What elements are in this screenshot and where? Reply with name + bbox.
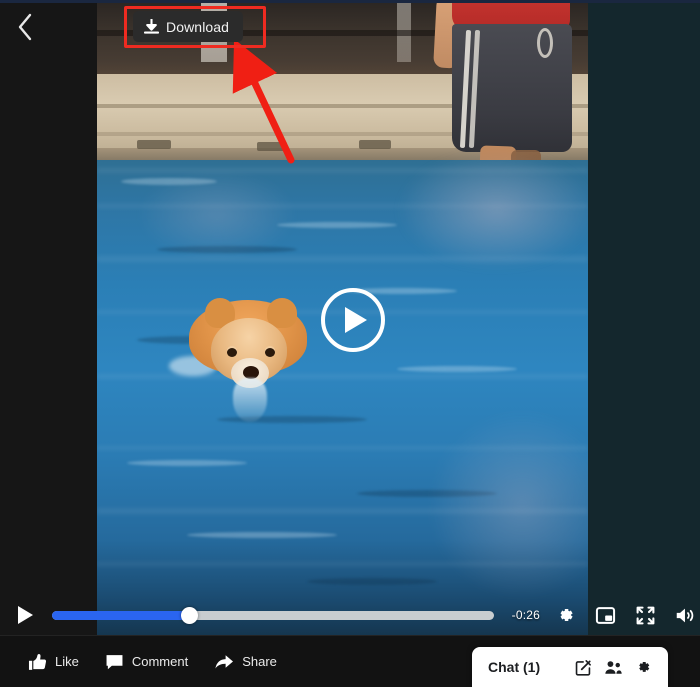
- window-top-edge: [0, 0, 700, 3]
- settings-button[interactable]: [550, 600, 580, 630]
- fullscreen-icon: [636, 606, 654, 624]
- back-button[interactable]: [8, 10, 42, 44]
- compose-icon: [575, 659, 591, 676]
- play-pause-button[interactable]: [8, 606, 42, 624]
- like-button[interactable]: Like: [28, 653, 79, 671]
- play-icon: [345, 307, 367, 333]
- gear-icon: [639, 661, 650, 672]
- fullscreen-button[interactable]: [630, 600, 660, 630]
- comment-button[interactable]: Comment: [105, 653, 188, 671]
- video-progress-bar[interactable]: [52, 606, 494, 624]
- chat-panel[interactable]: Chat (1): [472, 647, 668, 687]
- volume-on-icon: [676, 608, 693, 622]
- people-group-icon: [604, 660, 622, 674]
- picture-in-picture-button[interactable]: [590, 600, 620, 630]
- stage-right-rail: [588, 0, 700, 635]
- time-remaining-label: -0:26: [511, 608, 540, 622]
- chat-compose-button[interactable]: [570, 654, 596, 680]
- progress-thumb[interactable]: [180, 606, 198, 624]
- share-label: Share: [242, 654, 277, 669]
- download-button-label: Download: [166, 18, 230, 35]
- comment-bubble-icon: [106, 654, 123, 669]
- comment-label: Comment: [131, 654, 189, 669]
- play-icon: [17, 606, 33, 624]
- chat-title: Chat (1): [488, 659, 541, 675]
- video-player-page: Download -0:26 Like Comment Share Chat (…: [0, 0, 700, 687]
- share-button[interactable]: Share: [214, 653, 277, 671]
- gear-icon: [560, 609, 573, 621]
- download-arrow-icon: [144, 18, 159, 34]
- progress-fill: [52, 610, 189, 620]
- share-arrow-icon: [215, 654, 234, 669]
- like-label: Like: [55, 654, 79, 669]
- video-stage: Download -0:26: [0, 0, 700, 635]
- thumbs-up-icon: [28, 653, 47, 670]
- picture-in-picture-icon: [595, 606, 615, 624]
- scene-dog: [169, 282, 325, 422]
- scene-pool-water: [97, 150, 588, 635]
- volume-button[interactable]: [670, 600, 700, 630]
- video-controls-bar: -0:26: [0, 595, 700, 635]
- center-play-button[interactable]: [321, 288, 385, 352]
- chat-members-button[interactable]: [600, 654, 626, 680]
- chevron-left-icon: [18, 13, 32, 41]
- stage-left-rail: [0, 0, 97, 635]
- chat-settings-button[interactable]: [630, 654, 656, 680]
- download-button[interactable]: Download: [133, 11, 244, 42]
